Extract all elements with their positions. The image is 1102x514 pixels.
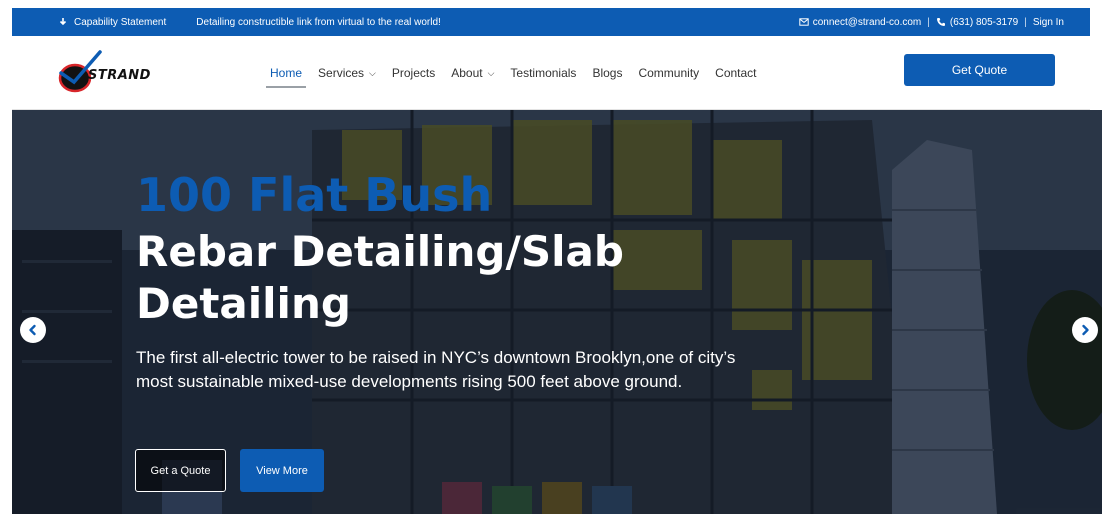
- slider-next-button[interactable]: [1072, 317, 1098, 343]
- phone-link[interactable]: (631) 805-3179: [950, 17, 1018, 28]
- nav-label: Home: [270, 66, 303, 80]
- get-quote-button[interactable]: Get Quote: [904, 54, 1055, 86]
- nav-item-testimonials[interactable]: Testimonials: [502, 36, 584, 110]
- nav-item-blogs[interactable]: Blogs: [584, 36, 630, 110]
- mail-icon: [799, 18, 809, 26]
- chevron-down-icon: ⌵: [487, 67, 495, 78]
- chevron-right-icon: [1082, 324, 1089, 336]
- capability-statement-link[interactable]: Capability Statement: [58, 17, 166, 28]
- primary-nav: Home Services ⌵ Projects About ⌵ Testimo…: [262, 36, 765, 110]
- nav-label: Projects: [391, 66, 436, 80]
- chevron-left-icon: [29, 324, 36, 336]
- sign-in-link[interactable]: Sign In: [1033, 17, 1064, 28]
- top-info-bar: Capability Statement Detailing construct…: [12, 8, 1090, 36]
- brand-logo[interactable]: STRAND: [56, 50, 166, 98]
- divider: |: [927, 16, 930, 28]
- view-more-button[interactable]: View More: [240, 449, 324, 492]
- hero-description: The first all-electric tower to be raise…: [136, 348, 736, 391]
- slider-prev-button[interactable]: [20, 317, 46, 343]
- hero-slider: 100 Flat Bush Rebar Detailing/Slab Detai…: [12, 110, 1102, 514]
- tagline: Detailing constructible link from virtua…: [196, 16, 441, 28]
- nav-label: Services: [318, 66, 365, 80]
- nav-item-about[interactable]: About ⌵: [443, 36, 502, 110]
- nav-label: About: [451, 66, 483, 80]
- nav-item-home[interactable]: Home: [262, 36, 310, 110]
- nav-label: Community: [638, 66, 700, 80]
- nav-label: Blogs: [592, 66, 623, 80]
- nav-item-contact[interactable]: Contact: [707, 36, 764, 110]
- email-link[interactable]: connect@strand-co.com: [813, 17, 922, 28]
- nav-item-projects[interactable]: Projects: [384, 36, 443, 110]
- get-a-quote-button[interactable]: Get a Quote: [135, 449, 226, 492]
- main-navbar: STRAND Home Services ⌵ Projects About ⌵ …: [12, 36, 1090, 110]
- phone-icon: [936, 18, 945, 26]
- capability-label: Capability Statement: [74, 16, 167, 28]
- nav-label: Contact: [715, 66, 757, 80]
- brand-name: STRAND: [88, 68, 151, 83]
- nav-item-community[interactable]: Community: [630, 36, 707, 110]
- divider: |: [1024, 16, 1027, 28]
- nav-item-services[interactable]: Services ⌵: [310, 36, 384, 110]
- download-icon: [59, 18, 67, 26]
- hero-headline: Rebar Detailing/Slab Detailing: [136, 227, 624, 328]
- nav-label: Testimonials: [510, 66, 577, 80]
- chevron-down-icon: ⌵: [369, 67, 376, 78]
- hero-project-title: 100 Flat Bush: [136, 168, 493, 222]
